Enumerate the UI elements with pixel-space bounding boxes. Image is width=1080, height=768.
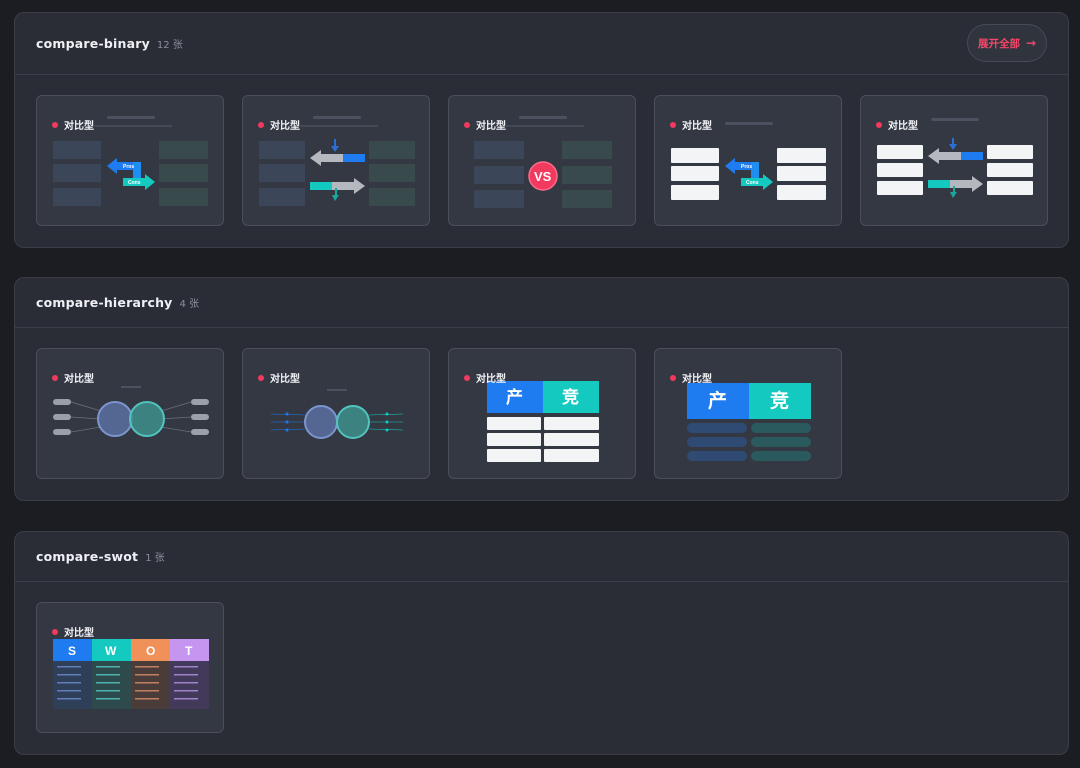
section-count: 4 张 [179, 299, 200, 310]
card-label-text: 对比型 [888, 121, 918, 132]
thumbnail-arrows [259, 116, 415, 206]
thumb-pros-label: Pros [123, 164, 134, 170]
card-label-text: 对比型 [476, 374, 506, 385]
section-compare-binary: compare-binary 12 张 展开全部 → 对比型 Pros Cons… [14, 12, 1069, 248]
thumb-jing-label: 竞 [562, 387, 579, 408]
swot-o: O [146, 644, 155, 658]
red-dot-icon [876, 121, 882, 128]
red-dot-icon [670, 121, 676, 128]
red-dot-icon [670, 374, 676, 381]
template-card[interactable]: 对比型 VS [448, 95, 636, 226]
card-label-text: 对比型 [682, 374, 712, 385]
thumbnail-product-competitor-dark: 产 竞 [687, 383, 811, 461]
card-label: 对比型 [876, 117, 918, 132]
card-label-text: 对比型 [682, 121, 712, 132]
card-label-text: 对比型 [270, 121, 300, 132]
card-label: 对比型 [258, 370, 300, 385]
card-label-text: 对比型 [270, 374, 300, 385]
template-card[interactable]: 对比型 S W O T [36, 602, 224, 733]
section-header: compare-swot 1 张 [15, 532, 1068, 582]
swot-w: W [105, 644, 117, 658]
section-title: compare-hierarchy [36, 295, 173, 310]
thumb-cons-label: Cons [128, 180, 141, 186]
section-title: compare-swot [36, 549, 139, 564]
thumbnail-vs: VS [474, 116, 612, 208]
template-card[interactable]: 对比型 Pros Cons [36, 95, 224, 226]
card-grid: 对比型 Pros Cons 对比型 对比型 VS 对比型 Pros Cons 对… [15, 75, 1068, 226]
thumbnail-pros-cons-light: Pros Cons [671, 122, 826, 200]
thumb-jing-label: 竞 [770, 389, 789, 412]
card-label: 对比型 [52, 117, 94, 132]
card-grid: 对比型 对比型 对比型 产 竞 对比型 产 竞 [15, 328, 1068, 479]
red-dot-icon [464, 121, 470, 128]
thumb-chan-label: 产 [708, 389, 727, 412]
template-card[interactable]: 对比型 [242, 348, 430, 479]
thumbnail-circles [53, 386, 209, 437]
card-label: 对比型 [670, 117, 712, 132]
card-label: 对比型 [670, 370, 712, 385]
red-dot-icon [258, 121, 264, 128]
swot-s: S [68, 644, 76, 658]
card-grid: 对比型 S W O T [15, 582, 1068, 733]
template-card[interactable]: 对比型 [860, 95, 1048, 226]
section-count: 12 张 [156, 40, 183, 51]
thumb-chan-label: 产 [506, 387, 523, 408]
section-header: compare-hierarchy 4 张 [15, 278, 1068, 328]
section-count: 1 张 [145, 553, 165, 564]
card-label-text: 对比型 [476, 121, 506, 132]
template-card[interactable]: 对比型 产 竞 [654, 348, 842, 479]
red-dot-icon [52, 374, 58, 381]
card-label-text: 对比型 [64, 628, 94, 639]
card-label: 对比型 [52, 624, 94, 639]
thumb-cons-label: Cons [746, 180, 759, 186]
thumbnail-swot: S W O T [53, 639, 209, 709]
section-compare-swot: compare-swot 1 张 对比型 S W O T [14, 531, 1069, 755]
card-label: 对比型 [464, 117, 506, 132]
card-label: 对比型 [52, 370, 94, 385]
card-label: 对比型 [464, 370, 506, 385]
section-compare-hierarchy: compare-hierarchy 4 张 对比型 对比型 对比型 产 竞 对比… [14, 277, 1069, 501]
template-card[interactable]: 对比型 [242, 95, 430, 226]
template-card[interactable]: 对比型 [36, 348, 224, 479]
thumb-pros-label: Pros [741, 164, 752, 170]
red-dot-icon [52, 121, 58, 128]
thumbnail-circles-dots [270, 389, 404, 439]
card-label-text: 对比型 [64, 121, 94, 132]
red-dot-icon [464, 374, 470, 381]
template-card[interactable]: 对比型 产 竞 [448, 348, 636, 479]
thumbnail-product-competitor: 产 竞 [487, 381, 599, 462]
thumb-vs-label: VS [534, 169, 552, 184]
thumbnail-arrows-light [877, 118, 1033, 198]
thumbnail-pros-cons: Pros Cons [53, 116, 208, 206]
card-label: 对比型 [258, 117, 300, 132]
red-dot-icon [258, 374, 264, 381]
template-card[interactable]: 对比型 Pros Cons [654, 95, 842, 226]
expand-all-button[interactable]: 展开全部 → [967, 24, 1047, 62]
expand-all-label: 展开全部 [977, 37, 1020, 50]
section-title: compare-binary [36, 36, 150, 51]
section-header: compare-binary 12 张 展开全部 → [15, 13, 1068, 75]
arrow-right-icon: → [1025, 36, 1037, 50]
card-label-text: 对比型 [64, 374, 94, 385]
red-dot-icon [52, 628, 58, 635]
swot-t: T [185, 644, 193, 658]
